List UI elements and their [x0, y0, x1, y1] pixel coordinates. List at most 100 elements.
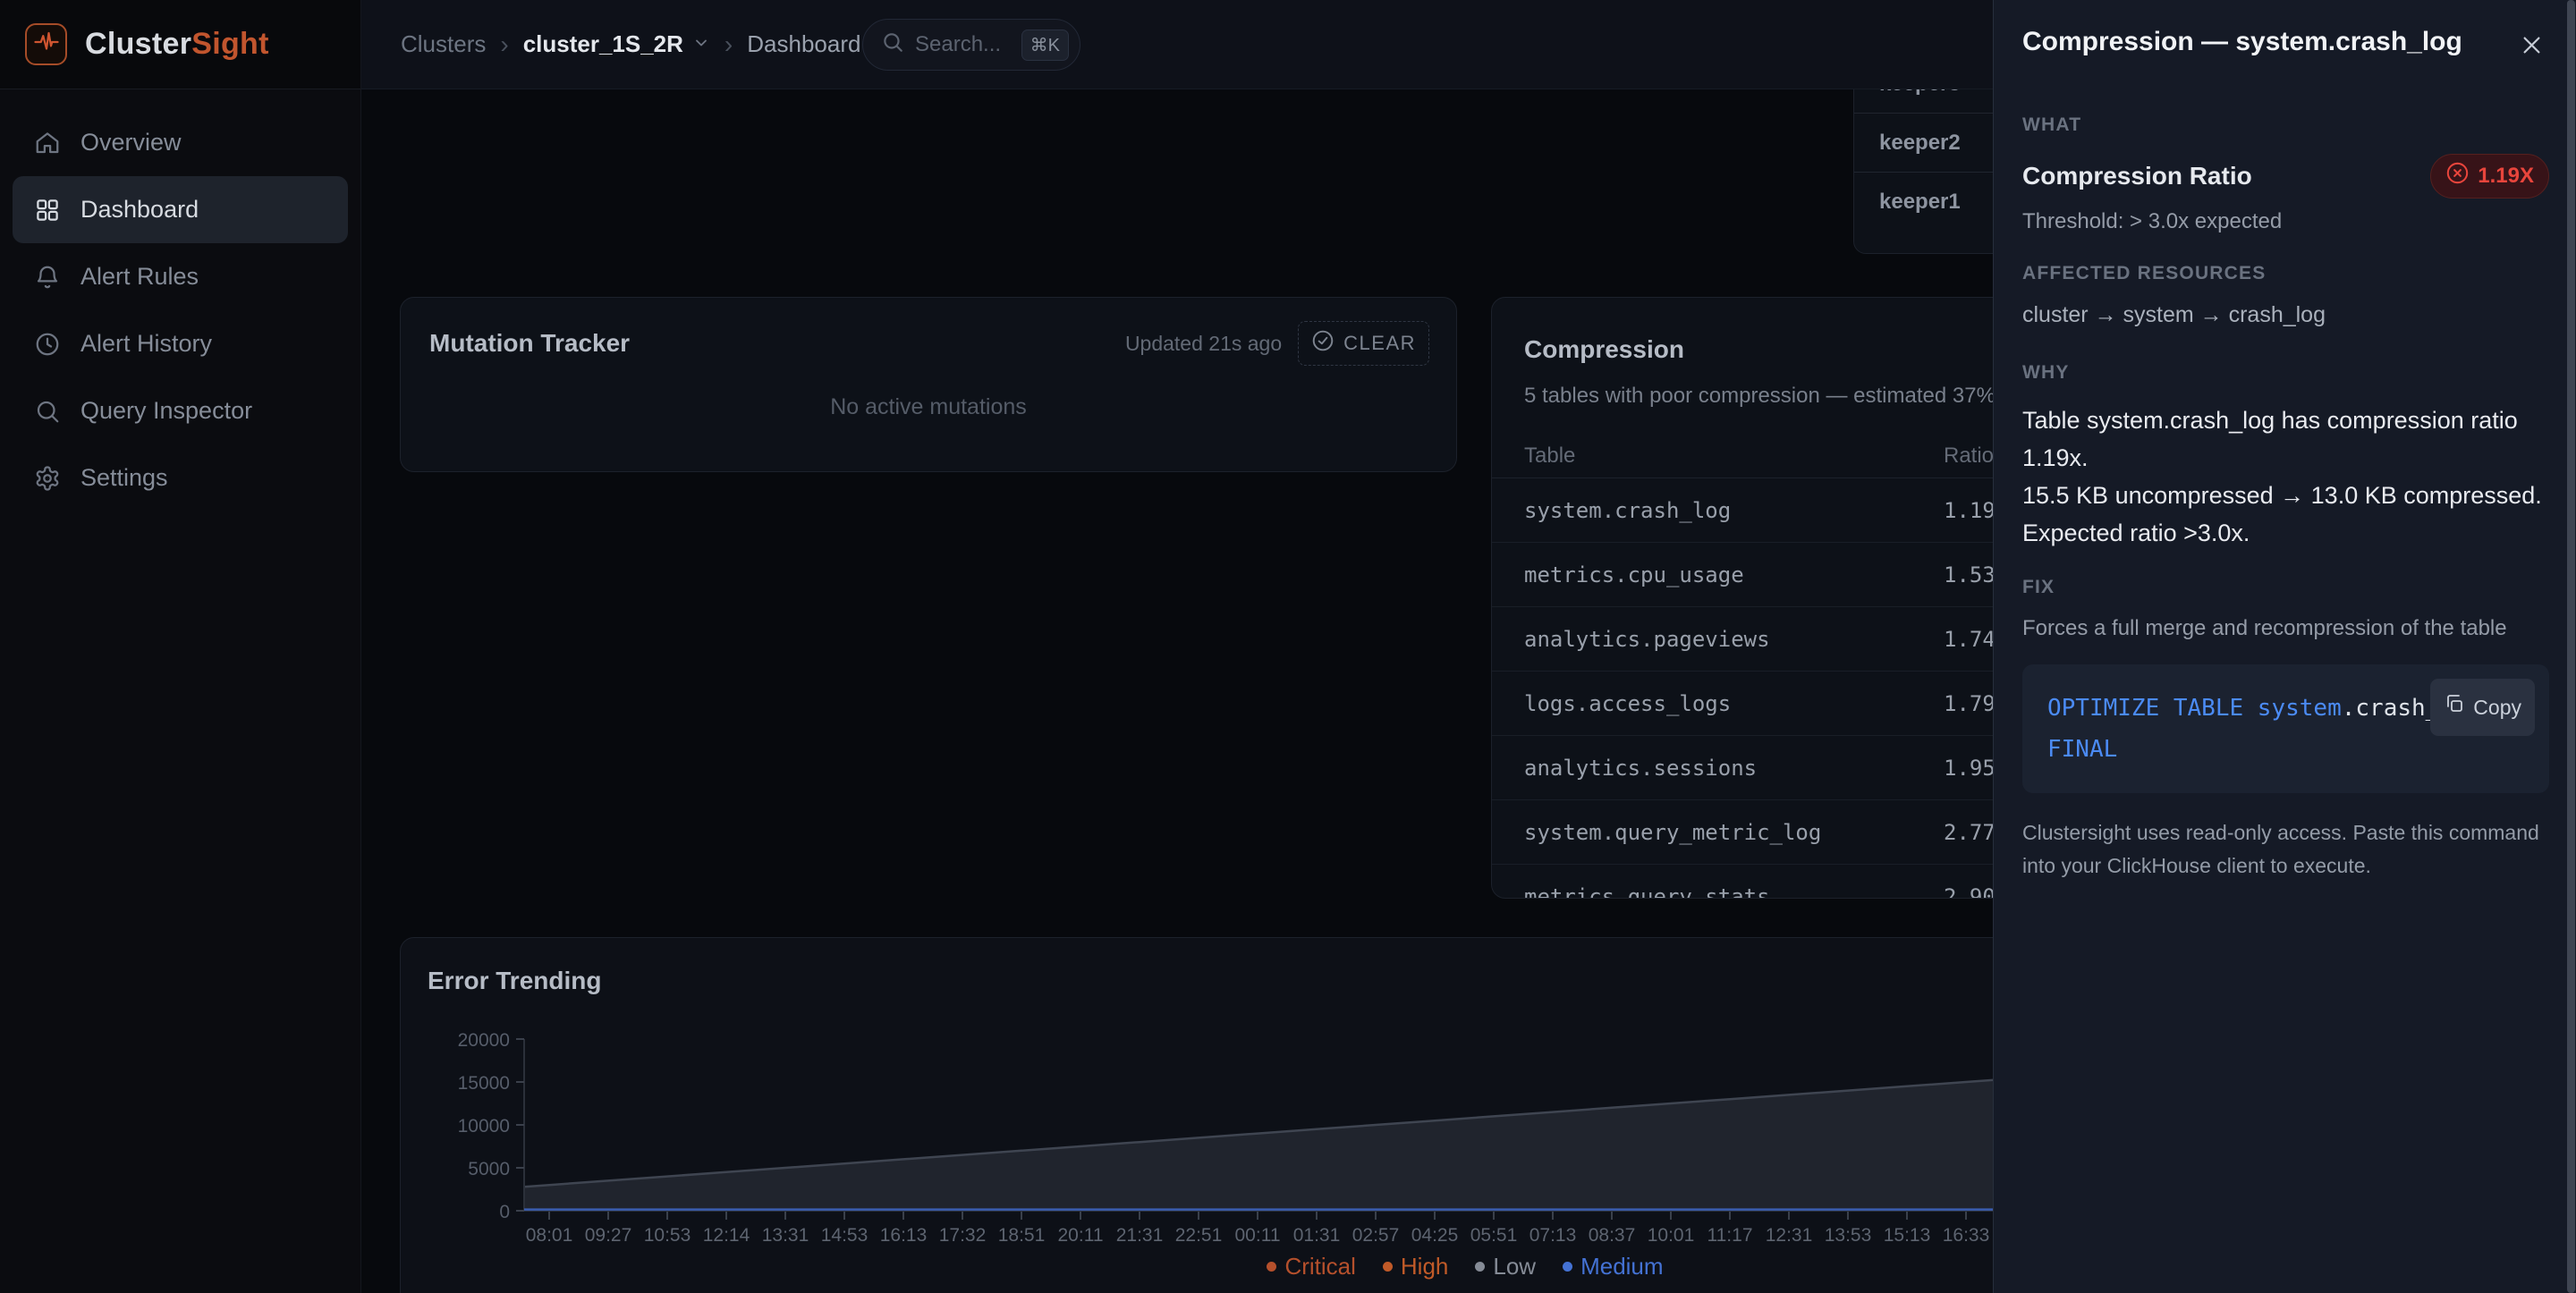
sidebar-item-label: Overview: [80, 129, 182, 156]
compression-ratio-value: 1.95: [1944, 756, 1996, 781]
grid-icon: [34, 197, 61, 224]
svg-text:15000: 15000: [458, 1073, 510, 1094]
sidebar-item-label: Query Inspector: [80, 397, 252, 425]
svg-text:12:31: 12:31: [1766, 1225, 1813, 1246]
copy-button[interactable]: Copy: [2430, 679, 2535, 736]
home-icon: [34, 130, 61, 156]
search-icon: [881, 30, 904, 60]
sql-code-block: OPTIMIZE TABLE system.crash_log FINAL Co…: [2022, 664, 2549, 793]
why-line: Table system.crash_log has compression r…: [2022, 401, 2549, 477]
breadcrumb-cluster-dropdown[interactable]: cluster_1S_2R: [523, 30, 710, 58]
affected-resources-path: cluster → system → crash_log: [2022, 302, 2549, 328]
sidebar-item-alert-history[interactable]: Alert History: [13, 310, 348, 377]
legend-dot: [1383, 1262, 1393, 1272]
sidebar-item-overview[interactable]: Overview: [13, 109, 348, 176]
mutation-tracker-card: Mutation Tracker Updated 21s ago CLEAR N…: [400, 297, 1457, 472]
search-shortcut-badge: ⌘K: [1021, 30, 1069, 61]
table-name: analytics.pageviews: [1524, 627, 1770, 652]
svg-text:20000: 20000: [458, 1030, 510, 1051]
read-only-note: Clustersight uses read-only access. Past…: [2022, 816, 2549, 883]
close-icon[interactable]: [2513, 27, 2549, 63]
svg-text:12:14: 12:14: [703, 1225, 750, 1246]
svg-text:11:17: 11:17: [1707, 1225, 1753, 1246]
svg-text:5000: 5000: [468, 1159, 510, 1179]
svg-text:10:53: 10:53: [644, 1225, 691, 1246]
chevron-down-icon: [692, 30, 710, 58]
bell-icon: [34, 264, 61, 291]
brand-accent: Sight: [191, 27, 268, 61]
breadcrumb-clusters[interactable]: Clusters: [401, 30, 486, 58]
svg-text:13:31: 13:31: [762, 1225, 809, 1246]
clear-label: CLEAR: [1343, 332, 1416, 355]
breadcrumb: Clusters › cluster_1S_2R › Dashboard: [401, 30, 860, 59]
svg-text:0: 0: [499, 1202, 510, 1222]
legend-label: Critical: [1284, 1253, 1355, 1280]
keeper-list-item[interactable]: keeper1: [1854, 173, 2013, 232]
svg-text:08:37: 08:37: [1589, 1225, 1636, 1246]
breadcrumb-separator: ›: [724, 30, 733, 59]
sidebar-item-settings[interactable]: Settings: [13, 444, 348, 511]
table-name: metrics.query_stats: [1524, 884, 1770, 900]
svg-text:02:57: 02:57: [1352, 1225, 1400, 1246]
table-name: metrics.cpu_usage: [1524, 562, 1744, 587]
why-line: 15.5 KB uncompressed → 13.0 KB compresse…: [2022, 477, 2549, 514]
column-header-ratio: Ratio: [1944, 444, 1994, 469]
clear-status-button[interactable]: CLEAR: [1298, 321, 1429, 366]
sidebar-item-label: Settings: [80, 464, 168, 492]
svg-text:13:53: 13:53: [1825, 1225, 1872, 1246]
affected-section-label: AFFECTED RESOURCES: [2022, 263, 2549, 284]
legend-dot: [1267, 1262, 1276, 1272]
panel-scrollbar[interactable]: [2567, 0, 2575, 1293]
search-input[interactable]: Search... ⌘K: [862, 19, 1080, 71]
clock-icon: [34, 331, 61, 358]
app-root: Clusters › cluster_1S_2R › Dashboard Sea…: [0, 0, 2576, 1293]
svg-text:22:51: 22:51: [1175, 1225, 1223, 1246]
gear-icon: [34, 465, 61, 492]
circle-check-icon: [1311, 329, 1335, 358]
sidebar-item-alert-rules[interactable]: Alert Rules: [13, 243, 348, 310]
compression-ratio-value: 2.90: [1944, 884, 1996, 900]
brand-name: ClusterSight: [85, 27, 269, 62]
sidebar-item-dashboard[interactable]: Dashboard: [13, 176, 348, 243]
ratio-status-badge: 1.19X: [2430, 154, 2549, 199]
svg-text:15:13: 15:13: [1884, 1225, 1931, 1246]
compression-ratio-value: 1.53: [1944, 562, 1996, 587]
panel-title: Compression — system.crash_log: [2022, 27, 2462, 57]
fix-description: Forces a full merge and recompression of…: [2022, 616, 2549, 641]
svg-text:01:31: 01:31: [1293, 1225, 1341, 1246]
legend-dot: [1475, 1262, 1485, 1272]
why-section-label: WHY: [2022, 362, 2549, 384]
breadcrumb-cluster-label: cluster_1S_2R: [523, 30, 683, 58]
compression-ratio-value: 1.19: [1944, 498, 1996, 523]
table-name: analytics.sessions: [1524, 756, 1757, 781]
table-name: system.query_metric_log: [1524, 820, 1821, 845]
svg-text:09:27: 09:27: [585, 1225, 632, 1246]
table-name: system.crash_log: [1524, 498, 1731, 523]
compression-ratio-value: 2.77: [1944, 820, 1996, 845]
why-explanation: Table system.crash_log has compression r…: [2022, 401, 2549, 552]
app-logo: [25, 23, 67, 65]
sidebar-item-query-inspector[interactable]: Query Inspector: [13, 377, 348, 444]
legend-item-critical[interactable]: Critical: [1267, 1253, 1355, 1280]
compression-ratio-value: 1.74: [1944, 627, 1996, 652]
legend-item-low[interactable]: Low: [1475, 1253, 1536, 1280]
keeper-list-item[interactable]: keeper2: [1854, 114, 2013, 173]
legend-item-medium[interactable]: Medium: [1563, 1253, 1663, 1280]
svg-text:04:25: 04:25: [1411, 1225, 1459, 1246]
brand-primary: Cluster: [85, 27, 191, 61]
mutation-tracker-header: Mutation Tracker Updated 21s ago CLEAR: [401, 298, 1456, 366]
legend-label: Medium: [1580, 1253, 1663, 1280]
svg-text:00:11: 00:11: [1235, 1225, 1281, 1246]
mutation-empty-state: No active mutations: [401, 394, 1456, 420]
search-placeholder: Search...: [915, 32, 1001, 57]
breadcrumb-page[interactable]: Dashboard: [747, 30, 860, 58]
svg-text:16:33: 16:33: [1943, 1225, 1990, 1246]
svg-text:21:31: 21:31: [1116, 1225, 1164, 1246]
circle-x-icon: [2445, 161, 2470, 191]
ratio-badge-value: 1.19X: [2478, 164, 2534, 189]
legend-dot: [1563, 1262, 1572, 1272]
updated-timestamp: Updated 21s ago: [1125, 332, 1282, 356]
legend-item-high[interactable]: High: [1383, 1253, 1448, 1280]
metric-name: Compression Ratio: [2022, 162, 2252, 190]
copy-label: Copy: [2473, 687, 2521, 728]
